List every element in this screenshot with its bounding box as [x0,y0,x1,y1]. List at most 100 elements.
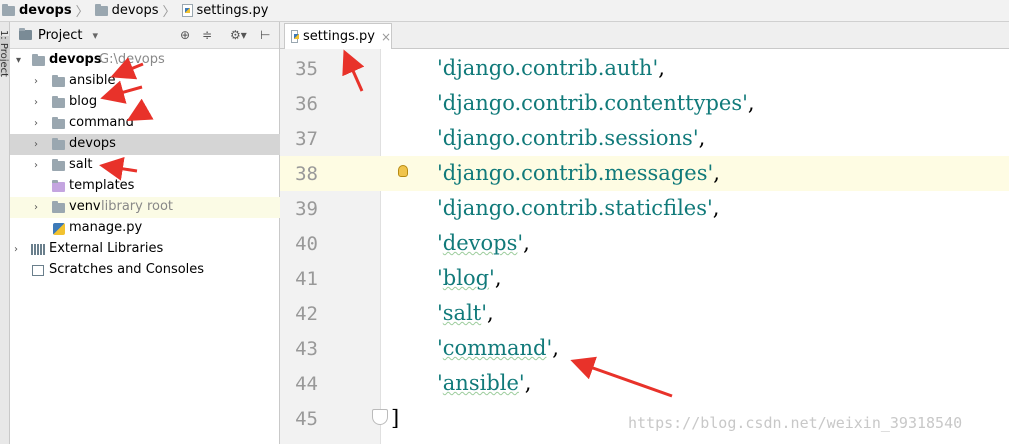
hide-icon[interactable]: ⊢ [260,28,270,42]
breadcrumb-item-project[interactable]: devops [0,3,72,18]
python-file-icon [181,4,193,17]
chevron-right-icon[interactable]: › [34,118,38,129]
breadcrumb-label: devops [19,3,72,18]
folder-icon [32,54,45,66]
code-line[interactable]: 35 'django.contrib.auth', [280,51,1009,86]
tree-item-path: G:\devops [99,52,165,67]
breadcrumb-item-file[interactable]: settings.py [180,3,268,18]
line-number: 38 [295,163,318,185]
punctuation: , [494,266,502,290]
code-line[interactable]: 43 'command', [280,331,1009,366]
punctuation: , [658,56,665,80]
tree-item-manage-py[interactable]: manage.py [10,218,280,239]
folder-icon [52,96,65,108]
punctuation: , [712,196,720,220]
folder-icon [94,3,108,16]
code-line[interactable]: 40 'devops', [280,226,1009,261]
chevron-right-icon[interactable]: › [34,76,38,87]
code-line[interactable]: 36 'django.contrib.contenttypes', [280,86,1009,121]
code-editor[interactable]: 35 'django.contrib.auth', 36 'django.contri… [280,49,1009,444]
collapse-icon[interactable]: ≑ [202,28,212,42]
tree-item-salt[interactable]: › salt [10,155,280,176]
code-line[interactable]: 39 'django.contrib.staticfiles', [280,191,1009,226]
chevron-right-icon[interactable]: › [14,244,18,255]
tree-item-venv[interactable]: › venv library root [10,197,280,218]
folder-icon [52,75,65,87]
libraries-icon [31,244,45,255]
tree-item-blog[interactable]: › blog [10,92,280,113]
close-icon[interactable]: × [381,30,391,44]
folder-icon [2,3,15,16]
lightbulb-icon[interactable] [398,165,408,177]
project-view-selector[interactable]: Project ▾ [19,28,98,43]
string-literal: django.contrib.contenttypes [442,91,743,115]
chevron-right-icon[interactable]: › [34,202,38,213]
string-literal: django.contrib.messages [442,161,708,185]
code-line[interactable]: 37 'django.contrib.sessions', [280,121,1009,156]
tree-item-external-libraries[interactable]: › External Libraries [10,239,280,260]
tree-item-label: manage.py [69,220,143,235]
string-literal: ansible [442,371,519,395]
target-icon[interactable]: ⊕ [180,28,190,42]
chevron-right-icon[interactable]: › [34,97,38,108]
line-number: 37 [295,128,318,150]
code-text: 'django.contrib.contenttypes', [437,91,755,115]
library-root-hint: library root [101,199,174,214]
code-line[interactable]: 44 'ansible', [280,366,1009,401]
folder-icon [52,138,65,150]
tree-item-label: devops [49,52,102,67]
line-number: 35 [295,58,318,80]
line-number: 45 [295,408,318,430]
tab-label: settings.py [303,29,375,44]
chevron-right-icon[interactable]: › [34,139,38,150]
project-view-icon [19,28,32,40]
tree-item-label: salt [69,157,93,172]
breadcrumb-item-package[interactable]: devops [93,3,159,18]
editor-tab-bar: settings.py × [280,22,1009,49]
folder-icon [52,117,65,129]
tree-item-label: blog [69,94,98,109]
tree-item-scratches[interactable]: Scratches and Consoles [10,260,280,281]
folder-icon [52,201,65,213]
line-number: 41 [295,268,318,290]
string-literal: devops [442,231,518,255]
tree-item-label: command [69,115,134,130]
tab-settings-py[interactable]: settings.py × [284,23,392,49]
code-text: 'django.contrib.sessions', [437,126,705,150]
tree-item-command[interactable]: › command [10,113,280,134]
folder-icon [52,159,65,171]
tree-item-root[interactable]: ▾ devops G:\devops [10,50,280,71]
punctuation: , [552,336,559,360]
tree-item-templates[interactable]: templates [10,176,280,197]
line-number: 42 [295,303,318,325]
punctuation: , [713,161,720,185]
code-text: 'blog', [437,266,502,290]
code-line[interactable]: 38 'django.contrib.messages', [280,156,1009,191]
punctuation: , [747,91,755,115]
tree-item-label: External Libraries [49,241,164,256]
watermark: https://blog.csdn.net/weixin_39318540 [628,414,963,432]
tool-window-strip: 1: Project [0,22,18,444]
code-text: 'ansible', [437,371,531,395]
python-file-icon [53,223,65,235]
line-number: 43 [295,338,318,360]
tree-item-ansible[interactable]: › ansible [10,71,280,92]
punctuation: , [523,231,530,255]
fold-marker-icon[interactable] [372,409,388,425]
code-line[interactable]: 41 'blog', [280,261,1009,296]
string-literal: django.contrib.auth [442,56,653,80]
scratches-icon [32,265,44,276]
code-text: 'django.contrib.messages', [437,161,720,185]
code-text: 'django.contrib.staticfiles', [437,196,719,220]
tree-item-devops[interactable]: › devops [10,134,280,155]
punctuation: , [524,371,532,395]
chevron-down-icon: ▾ [92,28,99,42]
tree-item-label: venv [69,199,101,214]
chevron-right-icon[interactable]: › [34,160,38,171]
code-line[interactable]: 42 'salt', [280,296,1009,331]
gear-icon[interactable]: ⚙▾ [230,28,247,42]
project-tool-label: 1: Project [0,29,10,78]
breadcrumb-label: devops [111,3,159,18]
punctuation: , [487,301,494,325]
chevron-down-icon[interactable]: ▾ [16,55,21,66]
